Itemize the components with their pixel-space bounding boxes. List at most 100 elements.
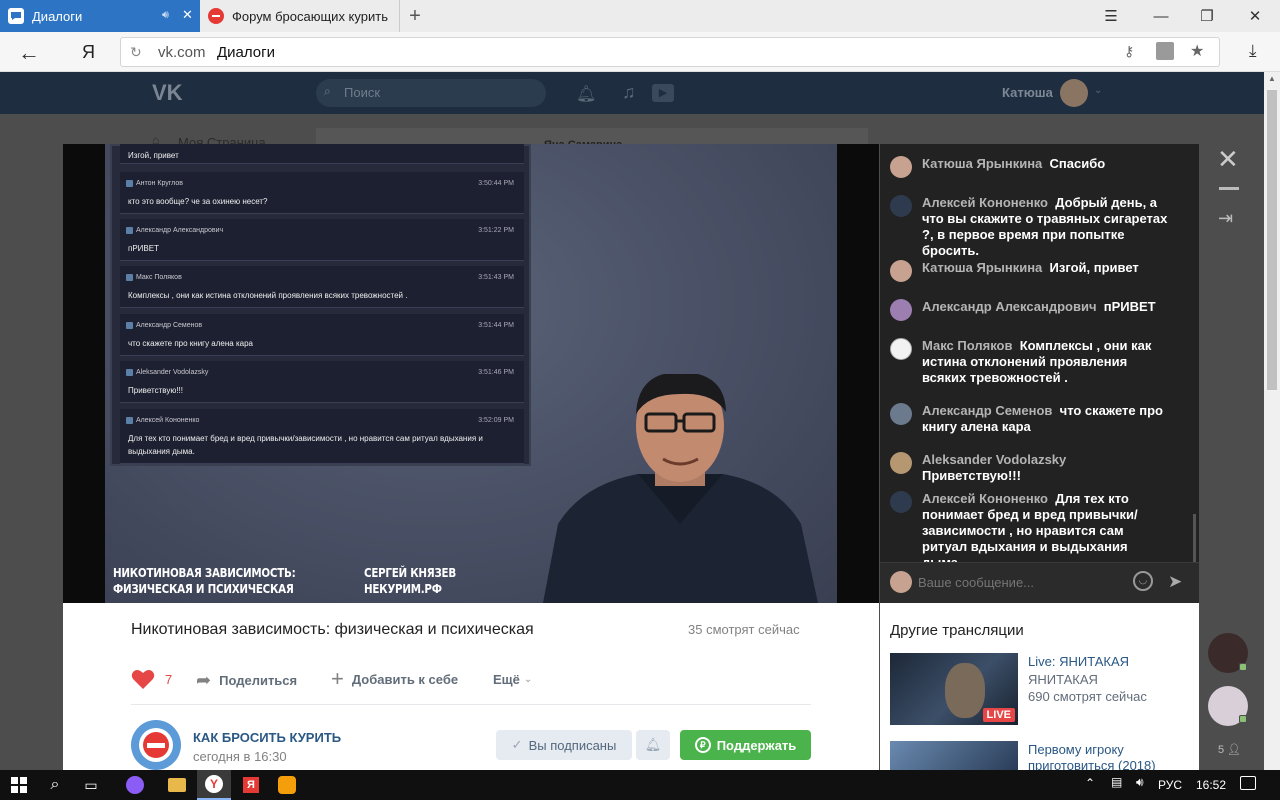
overlay-name: Алексей Кононенко bbox=[136, 417, 200, 424]
chevron-down-icon[interactable]: ⌄ bbox=[1094, 85, 1102, 96]
like-button[interactable]: 7 bbox=[131, 668, 172, 690]
presenter-figure bbox=[543, 374, 818, 603]
online-dot bbox=[1239, 715, 1247, 723]
play-icon[interactable]: ▶ bbox=[652, 84, 674, 102]
overlay-message: Александр Семенов 3:51:44 PM что скажете… bbox=[120, 314, 524, 356]
notify-bell-button[interactable]: 🔔︎ bbox=[636, 730, 670, 760]
chat-text: Спасибо bbox=[1049, 156, 1106, 171]
windows-start-icon[interactable] bbox=[2, 770, 36, 800]
emoji-icon[interactable]: ◡ bbox=[1133, 571, 1153, 591]
minimize-icon[interactable]: — bbox=[1138, 0, 1184, 32]
close-window-icon[interactable]: ✕ bbox=[1232, 0, 1278, 32]
tray-chevron-icon[interactable]: ⌃ bbox=[1085, 776, 1095, 790]
add-button[interactable]: + Добавить к себе bbox=[331, 666, 459, 691]
restore-icon[interactable]: ❐ bbox=[1184, 0, 1230, 32]
header-user-name[interactable]: Катюша bbox=[1002, 85, 1053, 100]
avatar[interactable] bbox=[890, 195, 912, 217]
subscribed-button[interactable]: ✓ Вы подписаны bbox=[496, 730, 632, 760]
tab-close-icon[interactable]: ✕ bbox=[182, 7, 193, 23]
new-tab-button[interactable]: + bbox=[398, 0, 432, 32]
stream-thumbnail[interactable] bbox=[890, 741, 1018, 770]
search-icon[interactable]: ⌕ bbox=[38, 770, 72, 800]
yandex-button[interactable]: Я bbox=[82, 42, 95, 63]
avatar[interactable] bbox=[890, 403, 912, 425]
close-icon[interactable]: ✕ bbox=[1217, 144, 1239, 175]
folder-icon[interactable] bbox=[160, 770, 194, 800]
stream-title[interactable]: Live: ЯНИТАКАЯ bbox=[1028, 654, 1129, 669]
chat-author[interactable]: Катюша Ярынкина bbox=[922, 260, 1042, 275]
yandex-icon[interactable]: Я bbox=[234, 770, 268, 800]
chat-author[interactable]: Aleksander Vodolazsky bbox=[922, 452, 1066, 467]
overlay-message: Aleksander Vodolazsky 3:51:46 PM Приветс… bbox=[120, 361, 524, 403]
task-view-icon[interactable]: ▭ bbox=[74, 770, 108, 800]
chat-author[interactable]: Алексей Кононенко bbox=[922, 491, 1048, 506]
chat-author[interactable]: Катюша Ярынкина bbox=[922, 156, 1042, 171]
avatar[interactable] bbox=[890, 156, 912, 178]
scroll-up-icon[interactable]: ▲ bbox=[1268, 74, 1276, 83]
tab-dialogs[interactable]: Диалоги 🔊︎ ✕ bbox=[0, 0, 200, 32]
video-player[interactable]: Изгой, привет Антон Круглов 3:50:44 PM к… bbox=[63, 144, 879, 603]
chat-author[interactable]: Александр Семенов bbox=[922, 403, 1052, 418]
plus-icon: + bbox=[331, 666, 344, 691]
overlay-time: 3:51:44 PM bbox=[478, 322, 514, 329]
vk-logo[interactable]: VK bbox=[152, 80, 183, 106]
avatar[interactable] bbox=[890, 338, 912, 360]
avatar[interactable] bbox=[890, 491, 912, 513]
stream-title[interactable]: Первому игроку приготовиться (2018) bbox=[1028, 742, 1168, 770]
add-label: Добавить к себе bbox=[351, 671, 459, 687]
channel-avatar[interactable] bbox=[131, 720, 181, 770]
key-icon[interactable]: ⚷ bbox=[1124, 43, 1134, 60]
share-button[interactable]: ➦ Поделиться bbox=[196, 670, 297, 691]
chat-author[interactable]: Алексей Кононенко bbox=[922, 195, 1048, 210]
no-smoking-icon bbox=[139, 728, 173, 762]
bookmark-star-icon[interactable]: ★ bbox=[1190, 41, 1204, 61]
overlay-time: 3:52:09 PM bbox=[478, 417, 514, 424]
avatar[interactable] bbox=[890, 260, 912, 282]
caption-left-line1: Никотиновая зависимость: bbox=[113, 566, 296, 580]
chat-author[interactable]: Александр Александрович bbox=[922, 299, 1097, 314]
stream-author[interactable]: ЯНИТАКАЯ bbox=[1028, 672, 1098, 687]
vk-icon bbox=[126, 369, 133, 376]
speaker-icon[interactable]: 🔊︎ bbox=[162, 9, 169, 22]
collapse-chat-icon[interactable]: ⇥ bbox=[1218, 208, 1233, 229]
app-icon[interactable] bbox=[270, 770, 304, 800]
overlay-name: Александр Александрович bbox=[136, 227, 224, 234]
stream-thumbnail[interactable]: LIVE bbox=[890, 653, 1018, 725]
lock-icon[interactable] bbox=[1156, 42, 1174, 60]
notifications-icon[interactable]: 🔔︎ bbox=[576, 84, 596, 104]
vk-icon bbox=[126, 180, 133, 187]
scrollbar-thumb[interactable] bbox=[1267, 90, 1277, 390]
chat-message-input[interactable] bbox=[918, 572, 1118, 592]
menu-icon[interactable]: ☰ bbox=[1088, 0, 1134, 32]
volume-icon[interactable]: 🔊︎ bbox=[1136, 775, 1144, 790]
language-indicator[interactable]: РУС bbox=[1158, 778, 1182, 792]
header-avatar[interactable] bbox=[1060, 79, 1088, 107]
send-icon[interactable]: ➤ bbox=[1168, 572, 1182, 592]
chat-text: Изгой, привет bbox=[1049, 260, 1139, 275]
support-button[interactable]: ₽ Поддержать bbox=[680, 730, 811, 760]
download-icon[interactable]: ⤓ bbox=[1249, 41, 1257, 61]
chat-scrollbar[interactable] bbox=[1193, 514, 1196, 562]
url-field[interactable] bbox=[120, 37, 1220, 67]
minimize-player-icon[interactable] bbox=[1219, 187, 1239, 190]
clock[interactable]: 16:52 bbox=[1196, 778, 1226, 792]
channel-name[interactable]: КАК БРОСИТЬ КУРИТЬ bbox=[193, 730, 341, 745]
refresh-icon[interactable]: ↻ bbox=[130, 44, 142, 61]
like-count: 7 bbox=[165, 671, 173, 687]
more-button[interactable]: Ещё ⌄ bbox=[493, 672, 532, 687]
back-icon[interactable]: ← bbox=[18, 40, 40, 66]
overlay-name: Макс Поляков bbox=[136, 274, 182, 281]
rail-count[interactable]: 5 👤︎ bbox=[1218, 743, 1241, 757]
notifications-center-icon[interactable] bbox=[1240, 776, 1256, 790]
share-label: Поделиться bbox=[219, 673, 298, 688]
overlay-message: Изгой, привет bbox=[120, 144, 524, 164]
tab-forum[interactable]: Форум бросающих курить bbox=[200, 0, 400, 32]
overlay-text: кто это вообще? че за охинею несет? bbox=[128, 197, 268, 206]
avatar[interactable] bbox=[890, 299, 912, 321]
chat-author[interactable]: Макс Поляков bbox=[922, 338, 1012, 353]
yandex-browser-icon[interactable]: Y bbox=[197, 770, 231, 800]
music-icon[interactable]: ♫ bbox=[622, 82, 636, 103]
alice-icon[interactable] bbox=[118, 770, 152, 800]
avatar[interactable] bbox=[890, 452, 912, 474]
network-icon[interactable]: ▤ bbox=[1111, 775, 1122, 789]
